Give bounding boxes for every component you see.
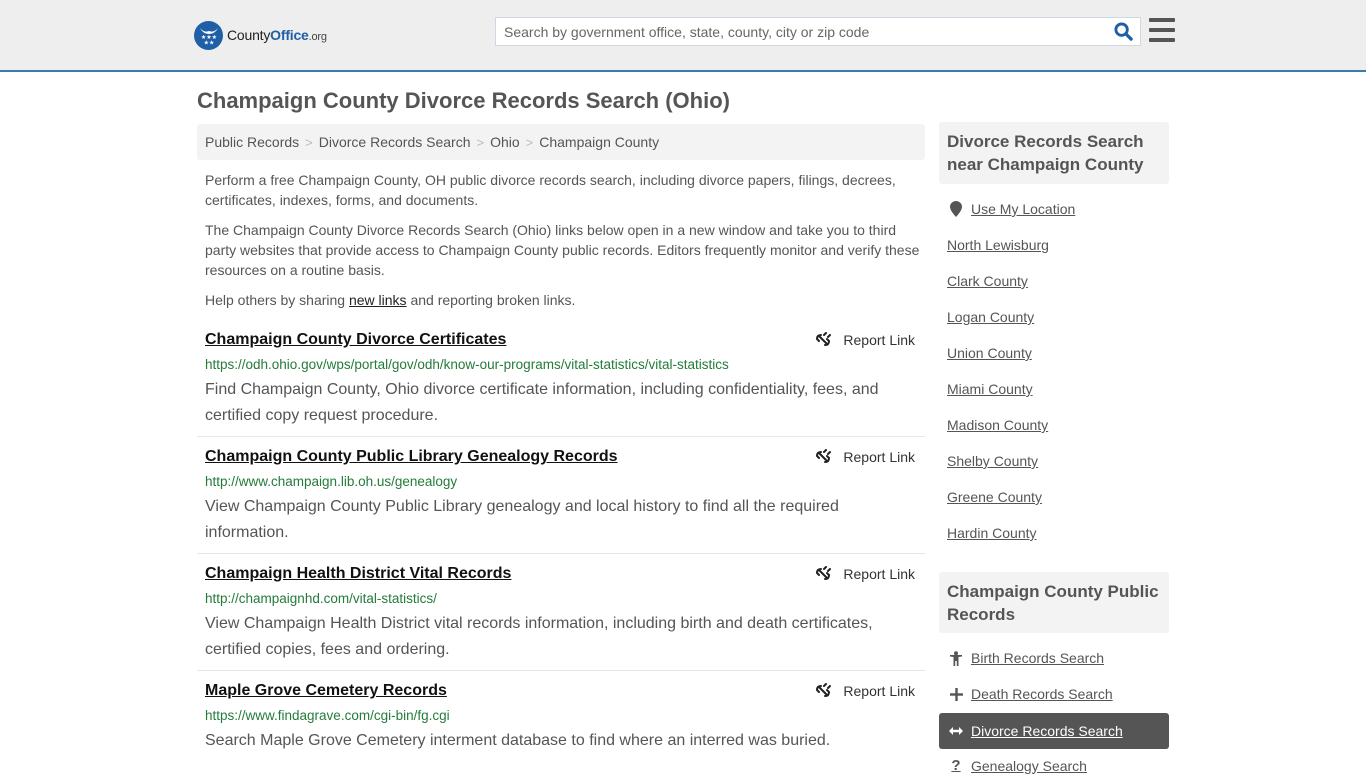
listing-url: https://www.findagrave.com/cgi-bin/fg.cg… <box>205 708 450 723</box>
svg-text:★★: ★★ <box>203 40 214 46</box>
intro-paragraph: Perform a free Champaign County, OH publ… <box>205 172 896 208</box>
sidebar-item-genealogy[interactable]: ? Genealogy Search <box>947 757 1087 774</box>
listing: Maple Grove Cemetery Records Report Link… <box>197 682 925 768</box>
breadcrumb: Public Records > Divorce Records Search … <box>197 124 925 160</box>
listing-title-link[interactable]: Maple Grove Cemetery Records <box>205 682 447 700</box>
search-input[interactable] <box>496 18 1106 45</box>
listing-title-link[interactable]: Champaign County Divorce Certificates <box>205 331 506 349</box>
report-link-button[interactable]: Report Link <box>815 332 915 348</box>
search-bar <box>495 17 1141 46</box>
breadcrumb-champaign-county[interactable]: Champaign County <box>539 134 659 150</box>
report-link-button[interactable]: Report Link <box>815 683 915 699</box>
nearby-link-union-county[interactable]: Union County <box>947 345 1032 361</box>
search-icon <box>1113 22 1133 41</box>
listing-title-link[interactable]: Champaign Health District Vital Records <box>205 565 511 583</box>
help-paragraph: Help others by sharing new links and rep… <box>205 292 576 308</box>
site-logo[interactable]: ★★★ ★★ CountyOffice.org <box>194 20 327 50</box>
nearby-link-madison-county[interactable]: Madison County <box>947 417 1048 433</box>
nearby-link-shelby-county[interactable]: Shelby County <box>947 453 1038 469</box>
disclaimer-paragraph: The Champaign County Divorce Records Sea… <box>205 222 920 278</box>
breadcrumb-separator: > <box>525 134 534 150</box>
listing-description: Find Champaign County, Ohio divorce cert… <box>205 381 879 424</box>
breadcrumb-divorce-records-search[interactable]: Divorce Records Search <box>319 134 471 150</box>
breadcrumb-public-records[interactable]: Public Records <box>205 134 299 150</box>
site-header: ★★★ ★★ CountyOffice.org <box>0 0 1366 72</box>
nearby-link-clark-county[interactable]: Clark County <box>947 273 1028 289</box>
report-link-button[interactable]: Report Link <box>815 449 915 465</box>
nearby-link-north-lewisburg[interactable]: North Lewisburg <box>947 237 1049 253</box>
listing-url: http://www.champaign.lib.oh.us/genealogy <box>205 474 458 489</box>
plus-icon <box>947 687 965 701</box>
listing-description: Search Maple Grove Cemetery interment da… <box>205 732 831 749</box>
broken-link-icon <box>816 332 832 346</box>
sidebar-item-death-records[interactable]: Death Records Search <box>947 686 1113 702</box>
listing-url: https://odh.ohio.gov/wps/portal/gov/odh/… <box>205 357 729 372</box>
broken-link-icon <box>816 566 832 580</box>
listing: Champaign County Divorce Certificates Re… <box>197 331 925 437</box>
broken-link-icon <box>816 449 832 463</box>
new-links-link[interactable]: new links <box>349 292 407 308</box>
listing-title-link[interactable]: Champaign County Public Library Genealog… <box>205 448 618 466</box>
nearby-link-logan-county[interactable]: Logan County <box>947 309 1034 325</box>
report-link-button[interactable]: Report Link <box>815 566 915 582</box>
listing-url: http://champaignhd.com/vital-statistics/ <box>205 591 437 606</box>
listing-description: View Champaign Health District vital rec… <box>205 615 873 658</box>
search-button[interactable] <box>1106 18 1140 45</box>
broken-link-icon <box>816 683 832 697</box>
breadcrumb-ohio[interactable]: Ohio <box>490 134 520 150</box>
breadcrumb-separator: > <box>476 134 485 150</box>
breadcrumb-separator: > <box>305 134 313 150</box>
public-records-heading: Champaign County Public Records <box>939 572 1169 633</box>
use-my-location-link[interactable]: Use My Location <box>947 201 1075 217</box>
nearby-heading: Divorce Records Search near Champaign Co… <box>939 122 1169 184</box>
arrows-horizontal-icon <box>947 726 965 736</box>
hamburger-menu-icon[interactable] <box>1149 18 1175 42</box>
child-icon <box>947 650 965 666</box>
sidebar-item-divorce-records[interactable]: Divorce Records Search <box>939 713 1169 749</box>
listing-description: View Champaign County Public Library gen… <box>205 498 839 541</box>
nearby-link-miami-county[interactable]: Miami County <box>947 381 1033 397</box>
map-marker-icon <box>947 201 965 217</box>
listing: Champaign County Public Library Genealog… <box>197 448 925 554</box>
nearby-link-greene-county[interactable]: Greene County <box>947 489 1042 505</box>
sidebar-item-birth-records[interactable]: Birth Records Search <box>947 650 1104 666</box>
eagle-stars-icon: ★★★ ★★ <box>194 20 223 50</box>
listing: Champaign Health District Vital Records … <box>197 565 925 671</box>
logo-text: CountyOffice.org <box>227 27 327 43</box>
nearby-link-hardin-county[interactable]: Hardin County <box>947 525 1037 541</box>
question-icon: ? <box>951 757 961 774</box>
page-title: Champaign County Divorce Records Search … <box>197 88 730 113</box>
